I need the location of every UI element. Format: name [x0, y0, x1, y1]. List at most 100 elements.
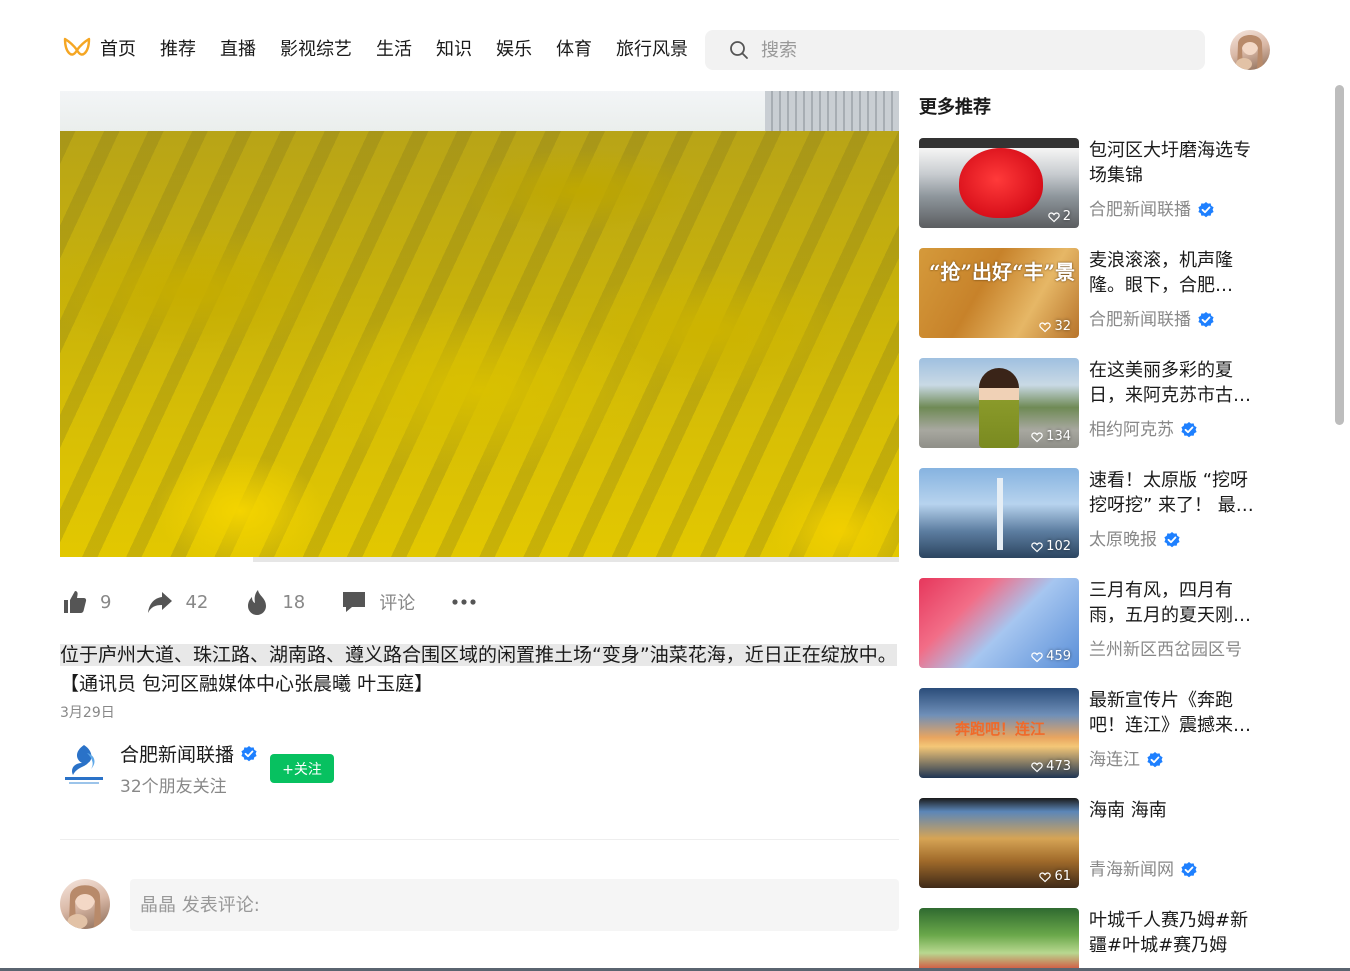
thumbnail-like-count: 61 — [1039, 869, 1071, 884]
avatar-image — [1236, 35, 1263, 70]
recommend-item[interactable]: 134 在这美丽多彩的夏日，来阿克苏市古… 相约阿克苏 — [919, 358, 1269, 448]
verified-icon — [1198, 202, 1214, 218]
recommend-thumbnail[interactable]: 102 — [919, 468, 1079, 558]
action-bar: 9 42 18 评论 — [60, 582, 479, 622]
recommend-item[interactable]: 叶城千人赛乃姆#新疆#叶城#赛乃姆 — [919, 908, 1269, 971]
recommend-item[interactable]: 459 三月有风，四月有雨，五月的夏天刚… 兰州新区西岔园区号 — [919, 578, 1269, 668]
nav-item-entertainment[interactable]: 娱乐 — [496, 36, 532, 64]
verified-icon — [1198, 312, 1214, 328]
recommend-title[interactable]: 在这美丽多彩的夏日，来阿克苏市古… — [1089, 358, 1265, 408]
nav-item-home[interactable]: 首页 — [100, 36, 136, 64]
recommend-item[interactable]: 102 速看！太原版 “挖呀挖呀挖” 来了！ 最近… 太原晚报 — [919, 468, 1269, 558]
thumbnail-like-count: 134 — [1031, 429, 1071, 444]
more-recommend-title: 更多推荐 — [919, 97, 991, 118]
fire-icon — [248, 590, 267, 615]
logo-icon[interactable] — [62, 36, 92, 64]
thumbnail-heart-balloon — [959, 148, 1043, 218]
video-progress-fill — [60, 557, 253, 562]
follow-button[interactable]: +关注 — [270, 754, 334, 783]
recommend-source[interactable]: 太原晚报 — [1089, 528, 1181, 552]
comment-input[interactable] — [130, 879, 899, 931]
heart-outline-icon — [1039, 871, 1052, 882]
recommend-title[interactable]: 速看！太原版 “挖呀挖呀挖” 来了！ 最近… — [1089, 468, 1265, 518]
thumbnail-like-count: 2 — [1047, 209, 1071, 224]
thumbnail-presenter — [979, 368, 1019, 448]
video-progress-bar[interactable] — [60, 557, 899, 562]
heart-outline-icon — [1031, 431, 1043, 442]
nav-item-recommend[interactable]: 推荐 — [160, 36, 196, 64]
share-button[interactable]: 42 — [145, 587, 208, 617]
nav-item-life[interactable]: 生活 — [376, 36, 412, 64]
thumbnail-caption: “抢”出好“丰”景 — [929, 260, 1076, 284]
nav-item-knowledge[interactable]: 知识 — [436, 36, 472, 64]
description-line-2: 【通讯员 包河区融媒体中心张晨曦 叶玉庭】 — [60, 673, 434, 695]
recommend-item[interactable]: 奔跑吧！连江 473 最新宣传片《奔跑吧！连江》震撼来… 海连江 — [919, 688, 1269, 778]
recommend-source[interactable]: 青海新闻网 — [1089, 858, 1198, 882]
author-name-row[interactable]: 合肥新闻联播 — [120, 740, 258, 767]
comment-user-avatar — [60, 879, 110, 929]
author-avatar[interactable] — [60, 740, 108, 788]
search-box[interactable] — [705, 30, 1205, 70]
recommend-thumbnail[interactable]: 2 — [919, 138, 1079, 228]
recommend-thumbnail[interactable]: “抢”出好“丰”景 32 — [919, 248, 1079, 338]
like-count: 9 — [100, 591, 112, 613]
recommend-thumbnail[interactable]: 奔跑吧！连江 473 — [919, 688, 1079, 778]
recommend-title[interactable]: 包河区大圩磨海选专场集锦 — [1089, 138, 1265, 188]
search-icon[interactable] — [729, 40, 749, 60]
thumbnail-banner — [919, 138, 1079, 148]
thumbnail-like-count: 32 — [1039, 319, 1071, 334]
top-bar: 首页 推荐 直播 影视综艺 生活 知识 娱乐 体育 旅行风景 — [0, 0, 1350, 90]
verified-icon — [1147, 752, 1163, 768]
post-date: 3月29日 — [60, 705, 115, 721]
heart-outline-icon — [1031, 651, 1043, 662]
recommend-item[interactable]: “抢”出好“丰”景 32 麦浪滚滚，机声隆隆。眼下，合肥219… 合肥新闻联播 — [919, 248, 1269, 338]
thumbnail-like-count: 473 — [1031, 759, 1071, 774]
nav-item-live[interactable]: 直播 — [220, 36, 256, 64]
thumbnail-like-count: 459 — [1031, 649, 1071, 664]
recommend-title[interactable]: 最新宣传片《奔跑吧！连江》震撼来… — [1089, 688, 1265, 738]
description-line-1: 位于庐州大道、珠江路、湖南路、遵义路合围区域的闲置推土场“变身”油菜花海，近日正… — [60, 644, 859, 666]
video-player[interactable] — [60, 91, 899, 562]
more-button[interactable] — [449, 587, 479, 617]
heart-outline-icon — [1047, 211, 1060, 222]
recommend-item[interactable]: 2 包河区大圩磨海选专场集锦 合肥新闻联播 — [919, 138, 1269, 228]
recommend-title[interactable]: 海南 海南 — [1089, 798, 1265, 823]
recommend-source[interactable]: 海连江 — [1089, 748, 1164, 772]
recommend-source[interactable]: 兰州新区西岔园区号 — [1089, 638, 1242, 662]
recommend-source[interactable]: 合肥新闻联播 — [1089, 308, 1215, 332]
recommend-source[interactable]: 相约阿克苏 — [1089, 418, 1198, 442]
recommend-source[interactable]: 合肥新闻联播 — [1089, 198, 1215, 222]
user-avatar[interactable] — [1230, 30, 1270, 70]
author-friends-count: 32个朋友关注 — [120, 777, 227, 797]
nav-item-film-variety[interactable]: 影视综艺 — [280, 36, 352, 64]
share-count: 42 — [185, 591, 209, 613]
heart-outline-icon — [1039, 321, 1052, 332]
recommend-item[interactable]: 61 海南 海南 青海新闻网 — [919, 798, 1269, 888]
recommend-thumbnail[interactable]: 61 — [919, 798, 1079, 888]
recommend-thumbnail[interactable] — [919, 908, 1079, 971]
main-nav: 首页 推荐 直播 影视综艺 生活 知识 娱乐 体育 旅行风景 — [100, 36, 712, 64]
page-scrollbar[interactable] — [1335, 85, 1344, 425]
hot-button[interactable]: 18 — [242, 587, 305, 617]
nav-item-sports[interactable]: 体育 — [556, 36, 592, 64]
recommend-thumbnail[interactable]: 134 — [919, 358, 1079, 448]
recommend-title[interactable]: 叶城千人赛乃姆#新疆#叶城#赛乃姆 — [1089, 908, 1265, 958]
author-name[interactable]: 合肥新闻联播 — [120, 740, 234, 767]
nav-item-travel[interactable]: 旅行风景 — [616, 36, 688, 64]
recommend-thumbnail[interactable]: 459 — [919, 578, 1079, 668]
comment-icon — [343, 592, 366, 612]
more-icon — [452, 599, 476, 605]
share-icon — [148, 592, 173, 613]
like-button[interactable]: 9 — [60, 587, 111, 617]
recommend-list: 2 包河区大圩磨海选专场集锦 合肥新闻联播 “抢”出好“丰”景 32 麦浪滚滚，… — [919, 138, 1269, 971]
author-logo-icon — [65, 745, 103, 784]
thumbnail-caption: 奔跑吧！连江 — [955, 720, 1046, 738]
comment-avatar-image — [67, 885, 102, 929]
recommend-title[interactable]: 三月有风，四月有雨，五月的夏天刚… — [1089, 578, 1265, 628]
thumb-up-icon — [64, 591, 87, 613]
fire-count: 18 — [282, 591, 306, 613]
verified-icon — [1181, 862, 1197, 878]
comment-button[interactable]: 评论 — [339, 587, 415, 617]
search-input[interactable] — [761, 36, 1181, 64]
recommend-title[interactable]: 麦浪滚滚，机声隆隆。眼下，合肥219… — [1089, 248, 1265, 298]
